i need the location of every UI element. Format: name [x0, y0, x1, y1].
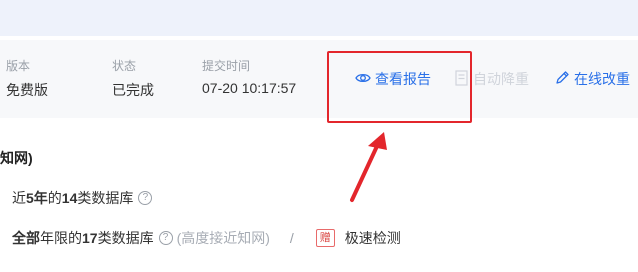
db-section-title: 知网) [0, 150, 33, 166]
status-value: 已完成 [112, 82, 154, 98]
help-icon[interactable]: ? [158, 231, 173, 245]
red-arrow-annotation [350, 132, 387, 202]
separator: / [289, 230, 294, 246]
row2-suffix: 类数据库 [97, 230, 154, 246]
online-rewrite-button[interactable]: 在线改重 [555, 69, 630, 89]
row2-mid: 年限的 [40, 230, 82, 246]
submit-time-value: 07-20 10:17:57 [202, 80, 297, 96]
db-option-all[interactable]: 全部 年限的 17 类数据库 ? (高度接近知网) / 赠 极速检测 [12, 228, 401, 248]
gift-badge: 赠 [315, 229, 335, 247]
submit-time-label: 提交时间 [202, 59, 251, 73]
highlight-box [327, 51, 472, 123]
fast-check-label[interactable]: 极速检测 [345, 228, 401, 248]
row1-years: 5年 [26, 190, 48, 206]
db-option-recent[interactable]: 近 5年 的 14 类数据库 ? [12, 188, 153, 208]
row2-all-years: 全部 [12, 230, 40, 246]
row2-count: 17 [82, 230, 98, 246]
row1-suffix: 类数据库 [77, 190, 134, 206]
help-icon[interactable]: ? [138, 191, 153, 205]
online-rewrite-label: 在线改重 [574, 71, 630, 87]
status-label: 状态 [112, 59, 137, 73]
row1-prefix: 近 [12, 190, 26, 206]
row1-mid: 的 [47, 190, 62, 206]
version-label: 版本 [6, 59, 31, 73]
pencil-icon [555, 70, 570, 88]
top-bar [0, 0, 638, 36]
version-value: 免费版 [6, 82, 48, 98]
auto-dedup-label: 自动降重 [473, 71, 529, 87]
report-info-panel [0, 40, 638, 118]
row1-count: 14 [61, 190, 78, 206]
row2-note: (高度接近知网) [176, 230, 270, 246]
